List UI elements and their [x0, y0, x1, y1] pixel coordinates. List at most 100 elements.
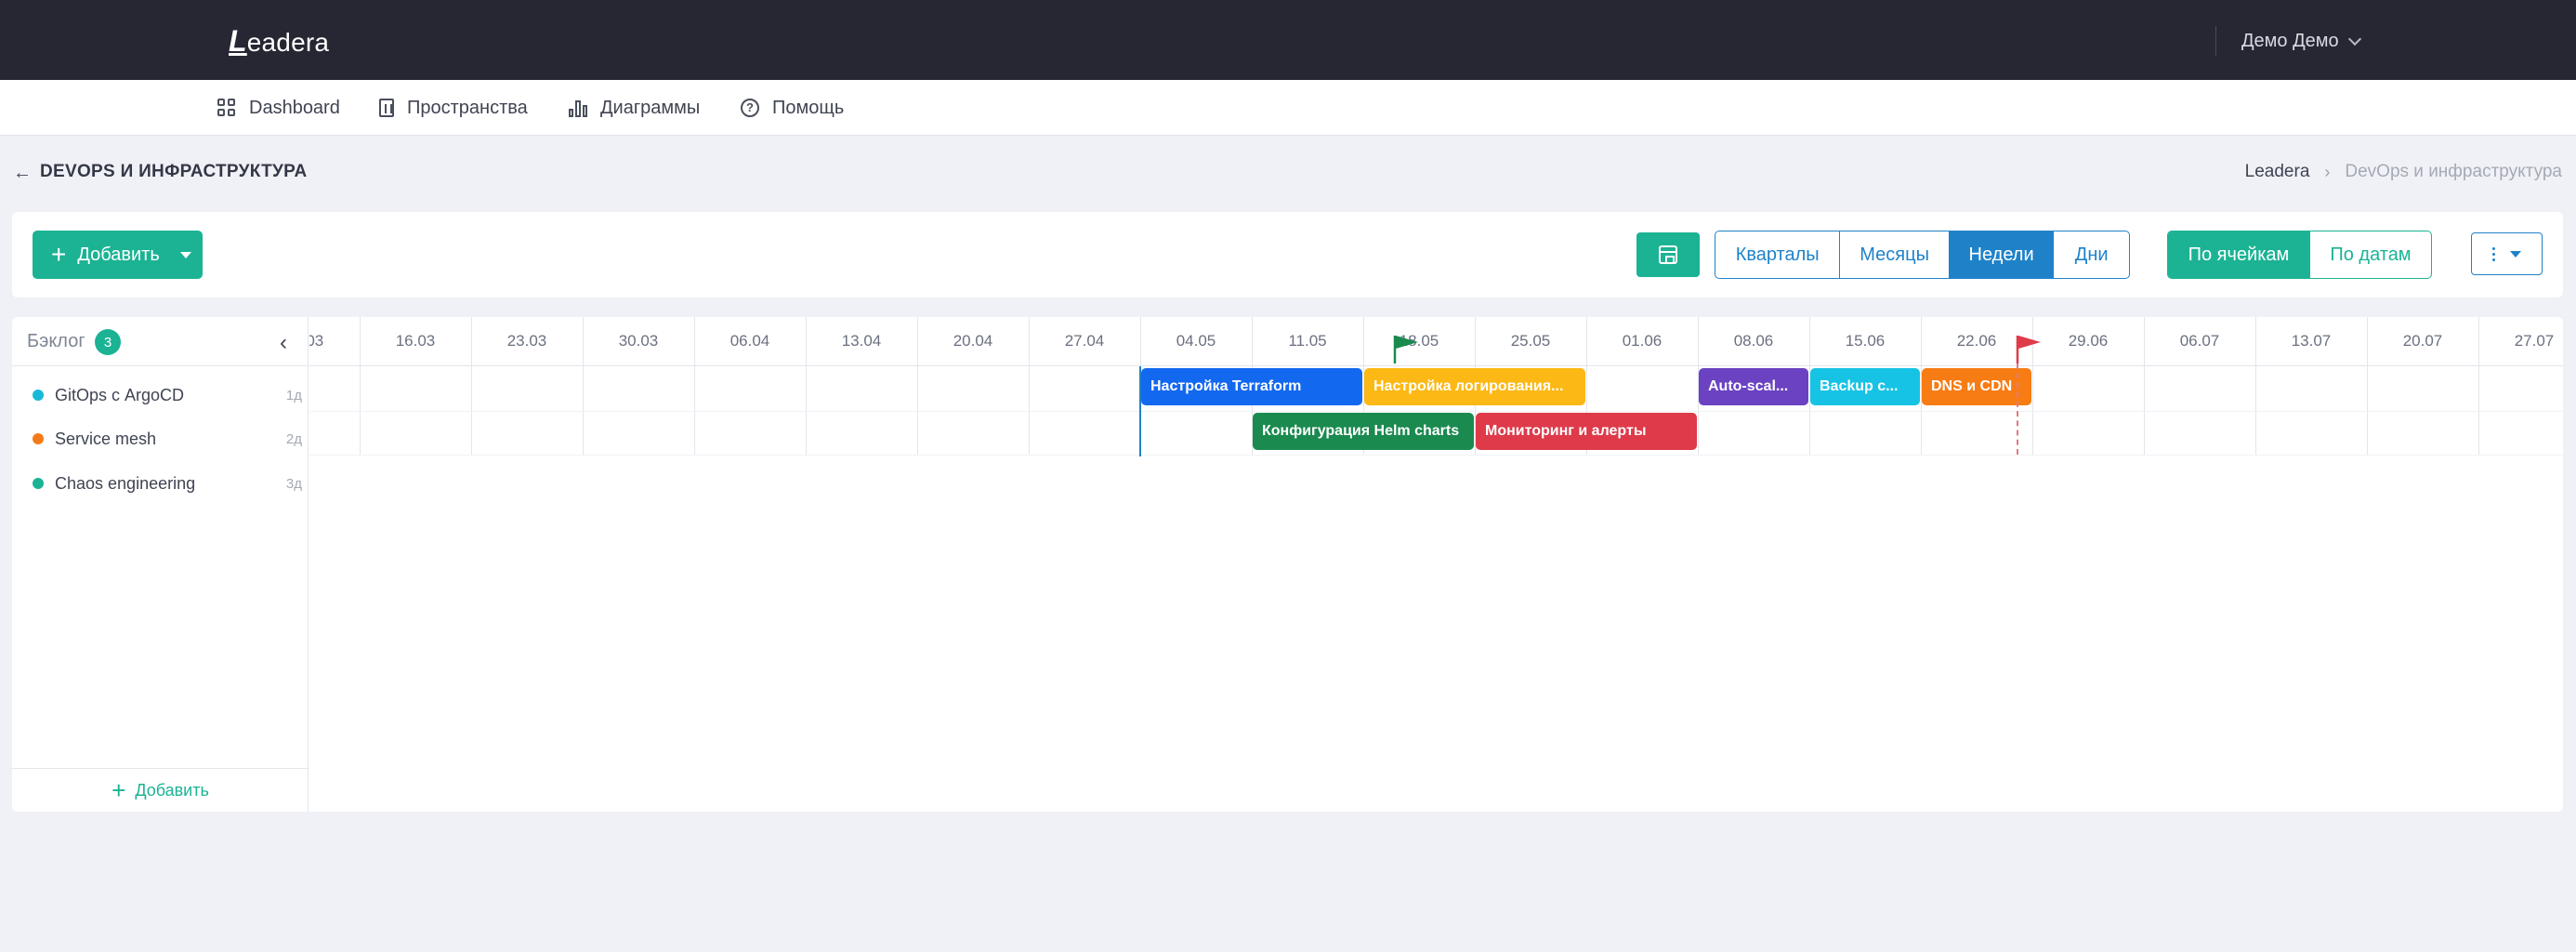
week-label: 16.03: [395, 332, 436, 350]
nav-help-label: Помощь: [772, 97, 845, 118]
backlog-item[interactable]: GitOps с ArgoCD 1д: [33, 384, 302, 406]
week-divider: [806, 317, 807, 455]
week-divider: [1029, 317, 1030, 455]
week-label: 01.06: [1622, 332, 1663, 350]
task-bar[interactable]: Backup c...: [1810, 368, 1920, 405]
scale-quarters[interactable]: Кварталы: [1715, 231, 1841, 278]
breadcrumb-root[interactable]: Leadera: [2245, 162, 2310, 182]
task-bar[interactable]: Конфигурация Helm charts: [1253, 413, 1474, 450]
mode-switcher: По ячейкам По датам: [2167, 231, 2432, 279]
timeline-header: 09.03 16.03 23.03 30.03 06.04 13.04 20.04 27.04…: [309, 317, 2563, 366]
plus-icon: +: [51, 240, 67, 269]
week-label: 20.07: [2402, 332, 2443, 350]
backlog-item-name: Service mesh: [55, 429, 157, 448]
week-divider: [2255, 317, 2256, 455]
breadcrumb-current: DevOps и инфраструктура: [2345, 162, 2562, 181]
help-icon: ?: [741, 99, 759, 117]
nav-diagrams-label: Диаграммы: [600, 97, 701, 118]
backlog-add-label: Добавить: [135, 780, 209, 800]
user-menu[interactable]: Демо Демо: [2215, 26, 2361, 56]
chart-icon: [569, 99, 587, 117]
week-divider: [471, 317, 472, 455]
task-bar[interactable]: Auto-scal...: [1699, 368, 1808, 405]
week-divider: [694, 317, 695, 455]
nav-dashboard-label: Dashboard: [249, 97, 340, 118]
task-bar-label: Backup c...: [1820, 378, 1899, 394]
backlog-add-button[interactable]: + Добавить: [12, 768, 309, 812]
week-label: 13.04: [841, 332, 882, 350]
add-button-label: Добавить: [77, 244, 160, 265]
nav-spaces[interactable]: Пространства: [379, 80, 528, 136]
scale-days[interactable]: Дни: [2054, 231, 2129, 278]
mode-dates[interactable]: По датам: [2310, 231, 2431, 278]
week-divider: [917, 317, 918, 455]
backlog-header: Бэклог 3 ‹: [12, 317, 309, 366]
task-bar-label: Auto-scal...: [1708, 378, 1789, 394]
scale-switcher: Кварталы Месяцы Недели Дни: [1715, 231, 2130, 279]
week-label: 06.07: [2179, 332, 2220, 350]
task-bar[interactable]: Настройка Terraform: [1141, 368, 1362, 405]
week-divider: [583, 317, 584, 455]
back-arrow-icon[interactable]: ←: [13, 163, 32, 184]
week-divider: [2478, 317, 2479, 455]
scale-weeks[interactable]: Недели: [1949, 231, 2055, 278]
nav-diagrams[interactable]: Диаграммы: [569, 80, 700, 136]
week-label: 09.03: [309, 332, 324, 350]
row-divider: [309, 411, 2563, 412]
status-dot-icon: [33, 390, 44, 401]
breadcrumb-separator-icon: ›: [2324, 162, 2331, 181]
backlog-item-name: GitOps с ArgoCD: [55, 385, 185, 404]
task-bar-label: Настройка логирования...: [1373, 378, 1564, 394]
backlog-item-name: Chaos engineering: [55, 473, 196, 493]
more-vertical-icon: [2492, 246, 2495, 261]
dashboard-icon: [217, 99, 236, 117]
week-label: 04.05: [1176, 332, 1216, 350]
week-label: 11.05: [1288, 332, 1327, 350]
week-divider: [360, 317, 361, 455]
week-label: 13.07: [2291, 332, 2332, 350]
end-flag-icon: [2016, 336, 2041, 364]
backlog-panel: Бэклог 3 ‹ GitOps с ArgoCD 1д Service me…: [12, 317, 309, 812]
app-logo[interactable]: Leadera: [229, 24, 329, 59]
status-dot-icon: [33, 433, 44, 444]
week-label: 08.06: [1733, 332, 1774, 350]
plus-icon: +: [112, 776, 126, 804]
week-divider: [2144, 317, 2145, 455]
mode-cells[interactable]: По ячейкам: [2168, 231, 2310, 278]
backlog-item-duration: 3д: [285, 475, 302, 492]
status-dot-icon: [33, 478, 44, 489]
caret-down-icon: [179, 251, 191, 258]
week-label: 06.04: [729, 332, 770, 350]
task-bar-label: DNS и CDN: [1931, 378, 2013, 394]
week-label: 20.04: [953, 332, 993, 350]
deadline-marker: [2017, 364, 2018, 455]
task-bar[interactable]: Настройка логирования...: [1364, 368, 1585, 405]
nav-dashboard[interactable]: Dashboard: [217, 80, 340, 136]
add-button[interactable]: + Добавить: [33, 231, 203, 279]
building-icon: [379, 99, 394, 117]
row-divider: [309, 455, 2563, 456]
week-label: 30.03: [618, 332, 659, 350]
backlog-count-badge: 3: [95, 329, 121, 355]
scale-months[interactable]: Месяцы: [1840, 231, 1950, 278]
page-title: DEVOPS И ИНФРАСТРУКТУРА: [40, 162, 308, 181]
backlog-title: Бэклог: [27, 331, 85, 351]
caret-down-icon: [2510, 250, 2521, 258]
backlog-item[interactable]: Service mesh 2д: [33, 428, 302, 450]
task-bar[interactable]: DNS и CDN: [1922, 368, 2031, 405]
task-bar[interactable]: Мониторинг и алерты: [1476, 413, 1697, 450]
nav-help[interactable]: ? Помощь: [741, 80, 844, 136]
collapse-chevron-icon[interactable]: ‹: [280, 330, 287, 356]
calendar-button[interactable]: [1636, 232, 1700, 277]
week-label: 27.04: [1064, 332, 1105, 350]
task-bar-label: Настройка Terraform: [1150, 378, 1302, 394]
week-label: 25.05: [1510, 332, 1551, 350]
more-options-button[interactable]: [2471, 232, 2543, 275]
top-bar: Leadera Демо Демо: [0, 0, 2576, 80]
backlog-item-duration: 2д: [285, 430, 302, 447]
backlog-item-duration: 1д: [285, 387, 302, 403]
backlog-item[interactable]: Chaos engineering 3д: [33, 472, 302, 495]
gantt-timeline: 09.03 16.03 23.03 30.03 06.04 13.04 20.04 27.04…: [309, 317, 2563, 812]
gantt-card: Бэклог 3 ‹ GitOps с ArgoCD 1д Service me…: [12, 317, 2563, 812]
start-flag-icon: [1393, 336, 1418, 364]
